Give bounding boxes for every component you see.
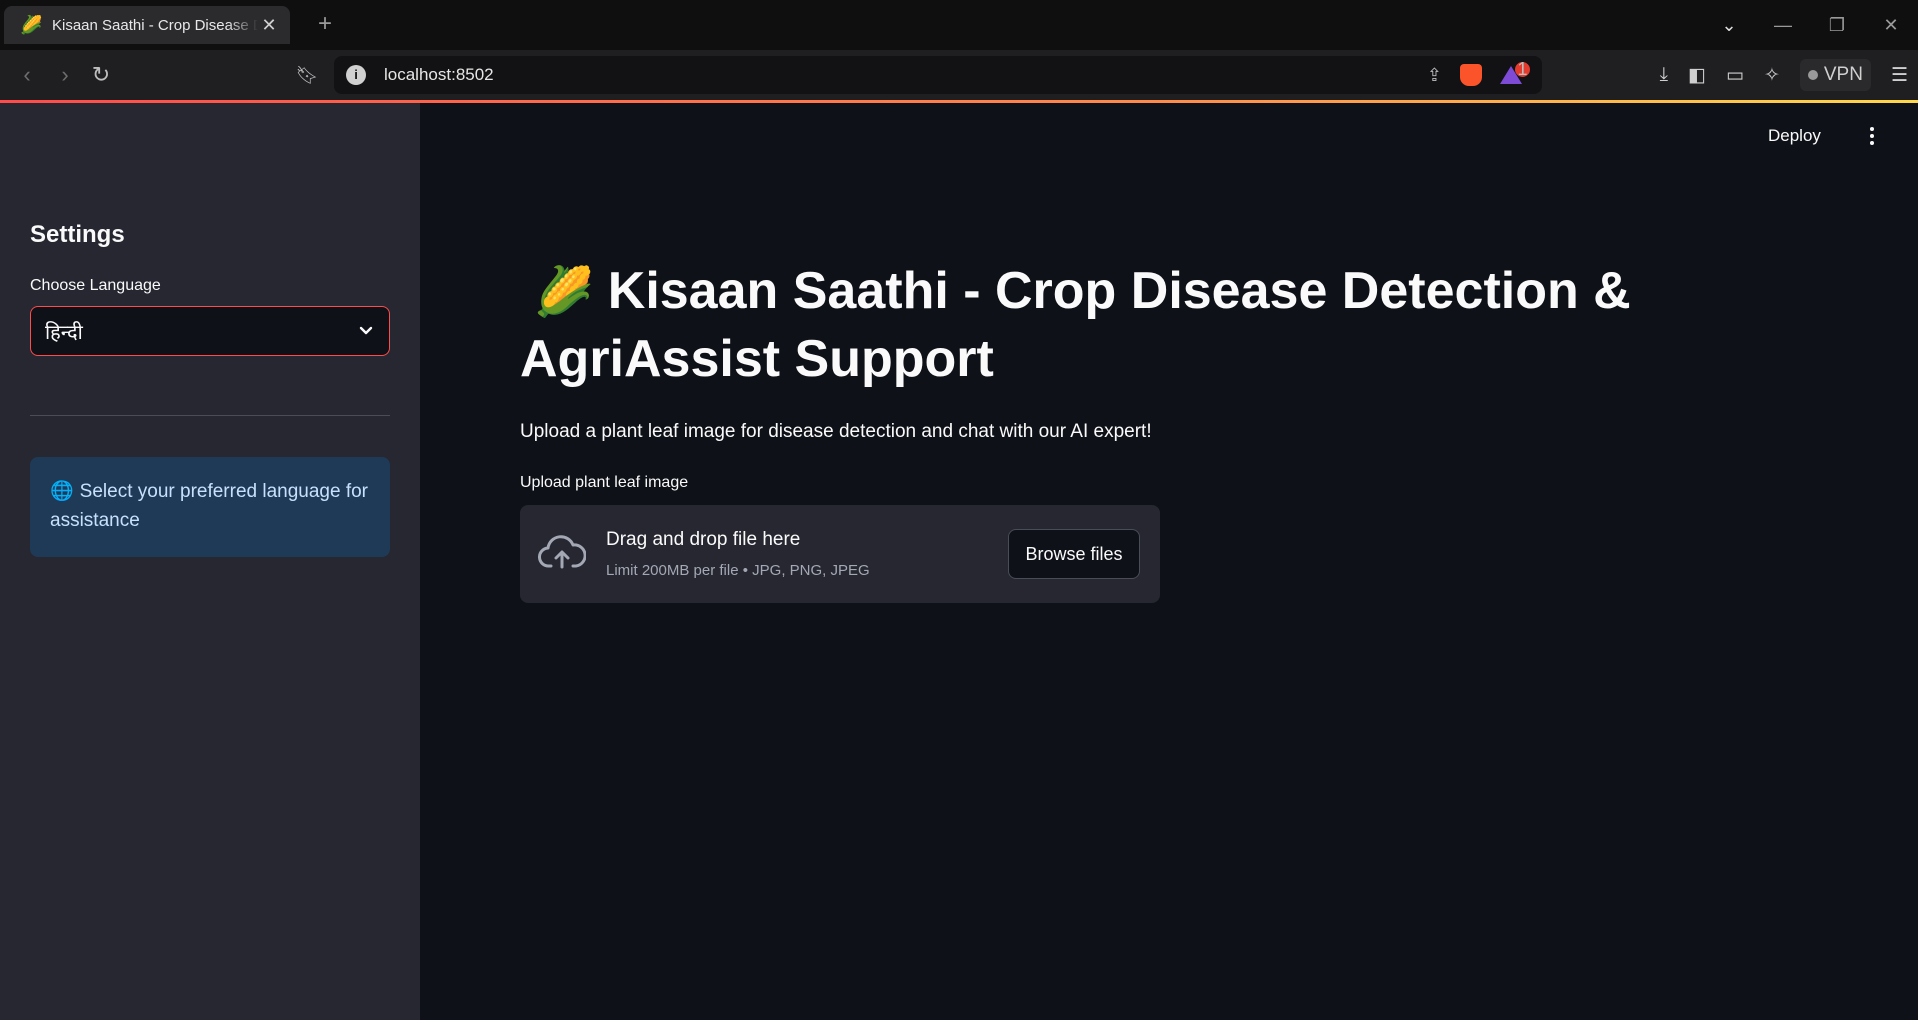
- address-bar[interactable]: i localhost:8502 ⇪ 1: [334, 56, 1542, 94]
- uploader-label: Upload plant leaf image: [520, 474, 689, 491]
- reload-icon[interactable]: ↻: [88, 62, 114, 88]
- tab-title: Kisaan Saathi - Crop Disease Detection &…: [52, 16, 258, 34]
- page-title: 🌽 Kisaan Saathi - Crop Disease Detection …: [520, 258, 1700, 392]
- main-menu-icon[interactable]: [1864, 124, 1880, 148]
- limit-text: Limit 200MB per file • JPG, PNG, JPEG: [606, 562, 870, 579]
- language-select-value: हिन्दी: [45, 321, 83, 344]
- forward-icon[interactable]: ›: [52, 62, 78, 88]
- brave-rewards-icon[interactable]: 1: [1500, 60, 1530, 84]
- restore-icon[interactable]: ❐: [1810, 15, 1864, 36]
- notification-badge: 1: [1515, 60, 1530, 78]
- url-text[interactable]: localhost:8502: [384, 65, 1427, 85]
- deploy-button[interactable]: Deploy: [1768, 126, 1821, 146]
- browse-files-button[interactable]: Browse files: [1008, 529, 1140, 579]
- download-icon[interactable]: ⤓: [1660, 64, 1668, 86]
- sidebar-toggle-icon[interactable]: ◧: [1688, 64, 1706, 87]
- browser-tab[interactable]: 🌽 Kisaan Saathi - Crop Disease Detection…: [4, 6, 290, 44]
- menu-icon[interactable]: ☰: [1891, 64, 1908, 87]
- leo-ai-icon[interactable]: ✧: [1764, 64, 1780, 87]
- close-tab-icon[interactable]: ✕: [258, 14, 280, 36]
- minimize-icon[interactable]: —: [1756, 15, 1810, 36]
- window-controls: ⌄ — ❐ ✕: [1702, 0, 1918, 50]
- tab-search-chevron-icon[interactable]: ⌄: [1702, 15, 1756, 36]
- vpn-button[interactable]: VPN: [1799, 59, 1871, 91]
- corn-icon: 🌽: [534, 266, 594, 319]
- tab-favicon-icon: 🌽: [20, 15, 43, 35]
- vpn-status-icon: [1807, 70, 1818, 80]
- file-dropzone[interactable]: Drag and drop file here Limit 200MB per …: [520, 505, 1160, 603]
- page-title-text: Kisaan Saathi - Crop Disease Detection &…: [520, 262, 1631, 388]
- language-info-box: 🌐 Select your preferred language for assi…: [30, 457, 390, 557]
- drop-text: Drag and drop file here: [606, 529, 801, 550]
- share-icon[interactable]: ⇪: [1427, 65, 1442, 86]
- info-text: Select your preferred language for assis…: [50, 481, 369, 531]
- page-subtitle: Upload a plant leaf image for disease de…: [520, 421, 1152, 442]
- new-tab-icon[interactable]: +: [312, 12, 338, 38]
- cloud-upload-icon: [538, 535, 586, 569]
- close-window-icon[interactable]: ✕: [1864, 15, 1918, 36]
- browser-toolbar: ‹ › ↻ 🔖︎ i localhost:8502 ⇪ 1 ⤓ ◧ ▭ ✧ VP…: [0, 50, 1918, 100]
- back-icon[interactable]: ‹: [14, 62, 40, 88]
- sidebar-title: Settings: [30, 221, 125, 248]
- language-label: Choose Language: [30, 277, 161, 294]
- sidebar: Settings Choose Language हिन्दी 🌐 Select …: [0, 103, 420, 1020]
- sidebar-divider: [30, 415, 390, 416]
- site-info-icon[interactable]: i: [346, 65, 366, 85]
- language-select[interactable]: हिन्दी: [30, 306, 390, 356]
- browser-right-tools: ⤓ ◧ ▭ ✧ VPN ☰: [1660, 50, 1908, 100]
- vpn-label: VPN: [1823, 64, 1863, 85]
- globe-icon: 🌐: [50, 481, 74, 502]
- chevron-down-icon: [357, 322, 375, 340]
- wallet-icon[interactable]: ▭: [1726, 64, 1744, 87]
- browser-tabbar: 🌽 Kisaan Saathi - Crop Disease Detection…: [0, 0, 1918, 50]
- bookmark-icon[interactable]: 🔖︎: [294, 62, 320, 88]
- brave-shields-icon[interactable]: [1460, 64, 1482, 86]
